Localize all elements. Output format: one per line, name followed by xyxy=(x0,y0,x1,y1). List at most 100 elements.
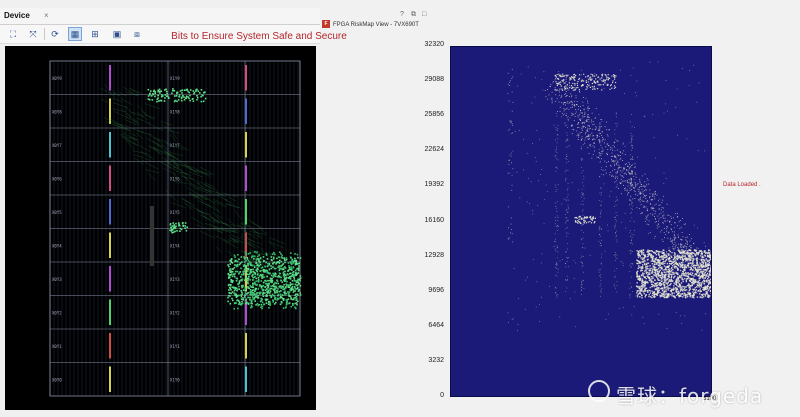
data-point xyxy=(676,225,678,227)
data-point xyxy=(666,262,669,265)
data-point xyxy=(659,259,661,261)
data-point xyxy=(642,316,644,318)
data-point xyxy=(592,75,594,77)
data-point xyxy=(572,82,574,84)
device-view[interactable]: X0Y9 X1Y9 X0Y8 X1Y8 X0Y7 X1Y7 X0Y6 X1Y6 X0Y5 X1Y5… xyxy=(5,46,316,410)
cell xyxy=(238,294,240,297)
cell xyxy=(249,279,251,281)
data-point xyxy=(631,158,633,159)
data-point xyxy=(509,172,511,174)
data-point xyxy=(663,291,665,293)
cell xyxy=(258,254,261,256)
data-point xyxy=(567,211,569,213)
data-point xyxy=(562,75,564,77)
data-point xyxy=(549,86,551,87)
cell xyxy=(291,273,294,276)
data-point xyxy=(695,273,698,276)
data-point xyxy=(598,228,600,229)
data-point xyxy=(663,228,665,229)
data-point xyxy=(681,251,683,252)
data-point xyxy=(581,136,583,137)
data-point xyxy=(577,115,579,116)
cell xyxy=(285,276,287,279)
refresh-icon[interactable]: ⟳ xyxy=(48,27,62,41)
close-icon[interactable]: × xyxy=(44,8,49,24)
data-point xyxy=(602,149,604,151)
data-point xyxy=(646,208,648,210)
data-point xyxy=(583,288,585,289)
data-point xyxy=(600,126,602,127)
data-point xyxy=(686,250,688,252)
data-point xyxy=(695,249,697,251)
data-point xyxy=(633,167,635,169)
cell xyxy=(294,274,296,277)
data-point xyxy=(555,191,557,192)
cell xyxy=(283,274,285,276)
data-point xyxy=(509,120,511,122)
route-icon[interactable]: ⊞ xyxy=(88,27,102,41)
data-point xyxy=(587,75,590,77)
select-icon[interactable]: ▦ xyxy=(68,27,82,41)
data-point xyxy=(585,88,587,90)
restore-icon[interactable]: ⧉ xyxy=(411,11,416,19)
data-point xyxy=(567,243,569,244)
zoom-fit-icon[interactable]: ⤧ xyxy=(26,27,40,41)
data-point xyxy=(580,284,582,286)
cell xyxy=(258,274,261,277)
data-point xyxy=(510,223,512,225)
data-point xyxy=(682,251,684,254)
data-point xyxy=(683,264,686,266)
data-point xyxy=(590,215,592,217)
cell xyxy=(171,89,174,92)
data-point xyxy=(600,280,602,282)
data-point xyxy=(644,173,646,175)
cell xyxy=(150,95,153,97)
data-point xyxy=(635,193,636,195)
data-point xyxy=(673,292,675,294)
data-point xyxy=(630,242,631,244)
data-point xyxy=(616,291,618,293)
data-point xyxy=(654,198,656,200)
data-point xyxy=(617,140,619,142)
data-point xyxy=(512,241,514,243)
data-point xyxy=(571,133,573,135)
cell xyxy=(154,92,156,95)
io-column xyxy=(109,165,111,191)
cell xyxy=(184,225,186,227)
data-point xyxy=(556,189,558,190)
data-point xyxy=(557,251,559,253)
plot-area[interactable] xyxy=(450,46,712,397)
data-point xyxy=(688,294,691,296)
data-point xyxy=(681,239,683,240)
device-tab[interactable]: Device xyxy=(4,8,30,24)
data-point xyxy=(631,182,633,183)
data-point xyxy=(616,230,618,232)
data-point xyxy=(662,199,663,201)
maximize-icon[interactable]: □ xyxy=(422,11,426,18)
data-point xyxy=(689,288,692,290)
data-point xyxy=(682,249,684,251)
cell xyxy=(244,252,247,254)
cell xyxy=(268,283,270,286)
net xyxy=(170,134,177,143)
cell xyxy=(154,95,156,98)
data-point xyxy=(587,81,589,83)
data-point xyxy=(651,296,653,299)
data-point xyxy=(582,137,583,139)
help-icon[interactable]: ? xyxy=(400,11,404,18)
data-point xyxy=(630,236,631,237)
data-point xyxy=(607,84,609,86)
data-point xyxy=(578,122,579,124)
io-column xyxy=(109,65,111,91)
data-point xyxy=(566,132,568,134)
cell xyxy=(243,264,246,266)
data-point xyxy=(687,266,689,267)
cell xyxy=(251,299,253,301)
cell xyxy=(169,229,171,232)
data-point xyxy=(589,254,591,256)
cell xyxy=(283,298,285,300)
data-point xyxy=(654,269,656,271)
data-point xyxy=(626,170,628,172)
show-cells-icon[interactable]: ▣ xyxy=(110,27,124,41)
fit-icon[interactable]: ⛶ xyxy=(6,27,20,41)
